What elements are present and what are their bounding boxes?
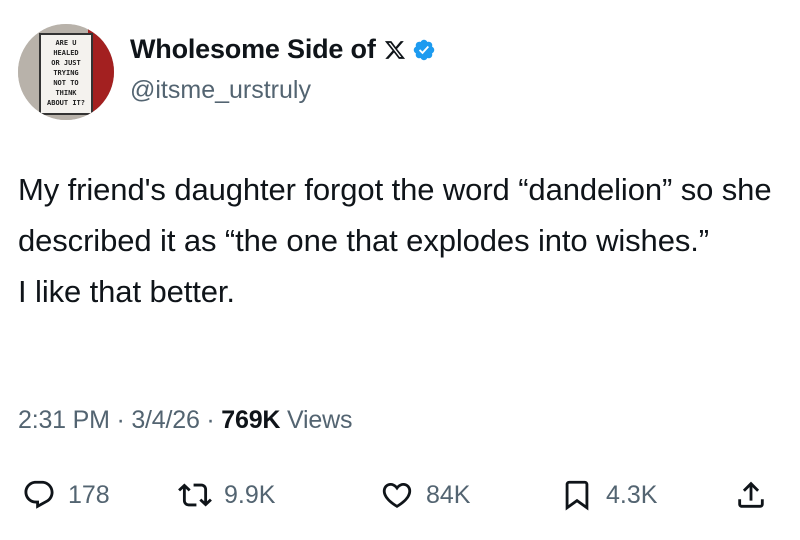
repost-icon	[178, 483, 212, 507]
x-logo-icon	[384, 40, 405, 59]
like-count: 84K	[426, 480, 471, 509]
avatar-sign-line: NOT TO	[53, 79, 78, 87]
like-icon	[382, 482, 412, 508]
avatar-sign-line: ABOUT IT?	[47, 99, 85, 107]
author-handle[interactable]: @itsme_urstruly	[130, 76, 311, 105]
repost-button[interactable]: 9.9K	[178, 470, 275, 520]
tweet-meta: 2:31 PM · 3/4/26 · 769K Views	[18, 406, 352, 435]
tweet-time[interactable]: 2:31 PM	[18, 406, 110, 434]
avatar-sign-line: THINK	[55, 89, 77, 97]
reply-icon	[24, 480, 54, 509]
bookmark-icon	[565, 480, 589, 511]
tweet-text-line: My friend's daughter forgot the word “da…	[18, 172, 772, 258]
repost-count: 9.9K	[224, 480, 276, 509]
share-icon	[738, 481, 764, 508]
reply-button[interactable]: 178	[22, 470, 110, 520]
avatar-sign-line: OR JUST	[51, 59, 81, 67]
tweet-date[interactable]: 3/4/26	[131, 406, 200, 434]
views-count: 769K	[221, 406, 281, 434]
avatar[interactable]: ARE U HEALED OR JUST TRYING NOT TO THINK…	[18, 24, 114, 120]
bookmark-button[interactable]: 4.3K	[560, 470, 657, 520]
verified-badge-icon[interactable]	[412, 38, 436, 62]
avatar-sign-line: TRYING	[53, 69, 78, 77]
avatar-sign-line: HEALED	[53, 49, 78, 57]
views-label: Views	[287, 406, 353, 434]
tweet-text: My friend's daughter forgot the word “da…	[18, 164, 788, 317]
avatar-image: ARE U HEALED OR JUST TRYING NOT TO THINK…	[18, 24, 114, 120]
tweet-text-line: I like that better.	[18, 274, 235, 309]
author-name-row: Wholesome Side of	[130, 34, 436, 65]
meta-separator: ·	[206, 406, 215, 434]
action-bar: 178 9.9K 84K 4.3K	[0, 470, 800, 520]
reply-count: 178	[68, 480, 110, 509]
share-button[interactable]	[734, 470, 768, 520]
tweet-card: ARE U HEALED OR JUST TRYING NOT TO THINK…	[0, 0, 800, 540]
meta-separator: ·	[116, 406, 125, 434]
bookmark-count: 4.3K	[606, 480, 658, 509]
avatar-sign-line: ARE U	[55, 39, 76, 47]
display-name[interactable]: Wholesome Side of	[130, 34, 376, 65]
like-button[interactable]: 84K	[380, 470, 470, 520]
